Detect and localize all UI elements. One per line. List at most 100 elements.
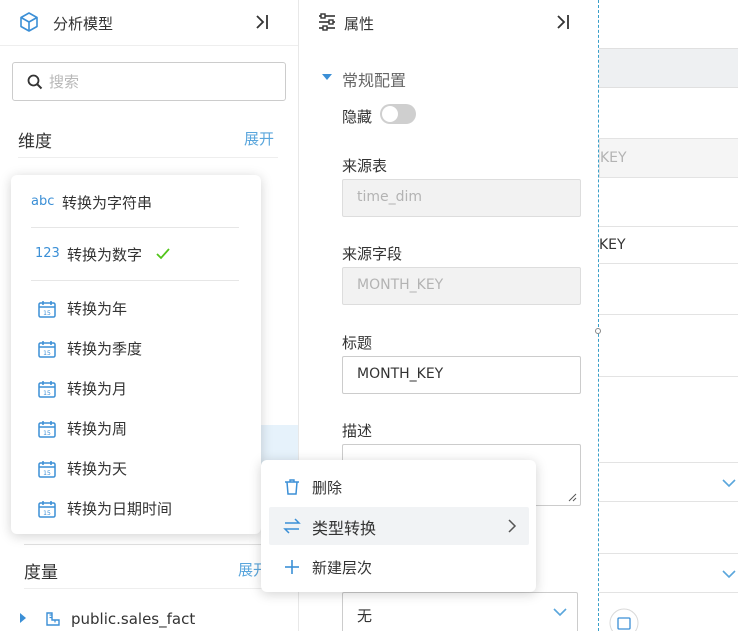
resize-grip-icon[interactable]	[568, 493, 577, 502]
splitter-guide[interactable]	[598, 0, 599, 631]
calendar-icon: 15	[38, 461, 56, 478]
menu-item-label: 转换为日期时间	[67, 500, 173, 518]
context-item-delete[interactable]: 删除	[269, 468, 529, 506]
chevron-down-icon	[553, 608, 567, 617]
menu-item-to-quarter[interactable]: 15 转换为季度	[37, 334, 247, 362]
svg-text:15: 15	[43, 310, 51, 317]
hidden-toggle[interactable]	[380, 104, 416, 124]
chevron-down-icon	[722, 479, 736, 488]
select-value: 无	[357, 607, 373, 625]
context-item-label: 删除	[312, 479, 343, 497]
menu-item-label: 转换为天	[67, 460, 128, 478]
swap-icon	[283, 518, 301, 534]
source-table-value: time_dim	[357, 189, 423, 205]
search-field[interactable]	[12, 62, 286, 101]
collapse-panel-icon[interactable]	[254, 13, 272, 31]
right-disabled-field: KEY	[599, 138, 738, 178]
analysis-model-header: 分析模型	[0, 0, 298, 46]
divider	[24, 588, 274, 589]
tree-item-label: public.sales_fact	[71, 610, 196, 628]
dimension-section-title: 维度	[18, 132, 52, 152]
hidden-label: 隐藏	[342, 108, 373, 126]
expand-arrow-icon[interactable]	[20, 613, 26, 623]
divider	[24, 544, 264, 545]
app-root: 分析模型 维度 展开 度量 展开	[0, 0, 738, 631]
calendar-icon: 15	[38, 301, 56, 318]
dimension-expand-link[interactable]: 展开	[244, 128, 274, 149]
right-field[interactable]: KEY	[599, 226, 738, 264]
chevron-down-icon	[722, 570, 736, 579]
right-select[interactable]	[599, 553, 738, 593]
context-item-type-convert[interactable]: 类型转换	[269, 507, 529, 545]
right-field-text: KEY	[599, 237, 626, 253]
properties-header: 属性	[299, 0, 599, 46]
menu-item-to-month[interactable]: 15 转换为月	[37, 374, 247, 402]
trash-icon	[285, 479, 299, 495]
right-panel: KEY KEY	[599, 0, 738, 631]
calendar-icon: 15	[38, 421, 56, 438]
menu-item-label: 转换为月	[67, 380, 128, 398]
menu-item-label: 转换为数字	[67, 246, 143, 264]
splitter-handle[interactable]	[595, 328, 601, 334]
sliders-icon	[319, 13, 335, 31]
type-select[interactable]: 无	[342, 592, 578, 631]
group-collapse-icon[interactable]	[322, 74, 332, 80]
menu-item-to-week[interactable]: 15 转换为周	[37, 414, 247, 442]
menu-item-label: 转换为季度	[67, 340, 143, 358]
caption-input[interactable]: MONTH_KEY	[342, 356, 581, 394]
svg-text:15: 15	[43, 510, 51, 517]
menu-item-to-year[interactable]: 15 转换为年	[37, 294, 247, 322]
source-field-field: MONTH_KEY	[342, 267, 581, 305]
calendar-icon: 15	[38, 341, 56, 358]
measure-section-title: 度量	[24, 563, 58, 583]
collapse-panel-icon[interactable]	[555, 13, 573, 31]
panel-title: 分析模型	[53, 15, 114, 33]
calendar-badge-icon[interactable]	[609, 608, 639, 631]
menu-item-to-datetime[interactable]: 15 转换为日期时间	[37, 494, 247, 522]
context-item-label: 新建层次	[312, 559, 373, 577]
context-menu: 删除 类型转换 新建层次	[261, 460, 536, 592]
menu-item-to-day[interactable]: 15 转换为天	[37, 454, 247, 482]
menu-divider	[31, 280, 239, 281]
right-panel-header	[599, 48, 738, 88]
search-icon	[27, 74, 43, 90]
chevron-right-icon	[508, 519, 517, 533]
source-field-value: MONTH_KEY	[357, 277, 444, 293]
check-icon	[156, 248, 170, 260]
ruler-icon	[46, 612, 60, 626]
divider	[18, 157, 278, 158]
general-config-title[interactable]: 常规配置	[342, 67, 406, 91]
source-table-label: 来源表	[342, 157, 388, 175]
menu-divider	[31, 227, 239, 228]
source-field-label: 来源字段	[342, 245, 403, 263]
abc-icon: abc	[31, 194, 55, 209]
divider	[599, 376, 738, 377]
svg-text:15: 15	[43, 390, 51, 397]
cube-icon	[20, 12, 38, 32]
right-field-text: KEY	[600, 150, 627, 166]
convert-submenu: abc 转换为字符串 123 转换为数字 15 转换为年 15 转换为季度 15…	[11, 175, 261, 534]
divider	[599, 314, 738, 315]
plus-icon	[285, 560, 299, 574]
caption-label: 标题	[342, 334, 373, 352]
number-icon: 123	[35, 246, 60, 261]
caption-value: MONTH_KEY	[357, 366, 444, 382]
properties-title: 属性	[344, 15, 375, 33]
menu-item-label: 转换为周	[67, 420, 128, 438]
calendar-icon: 15	[38, 381, 56, 398]
context-item-label: 类型转换	[312, 519, 377, 538]
menu-item-label: 转换为字符串	[62, 194, 153, 212]
description-label: 描述	[342, 422, 373, 440]
svg-text:15: 15	[43, 430, 51, 437]
context-item-new-hierarchy[interactable]: 新建层次	[269, 548, 529, 586]
toggle-knob	[382, 106, 398, 122]
calendar-icon: 15	[38, 501, 56, 518]
svg-text:15: 15	[43, 470, 51, 477]
menu-item-to-string[interactable]: abc 转换为字符串	[31, 188, 241, 216]
source-table-field: time_dim	[342, 179, 581, 217]
right-select[interactable]	[599, 462, 738, 502]
svg-text:15: 15	[43, 350, 51, 357]
search-input[interactable]	[49, 71, 269, 93]
menu-item-to-number[interactable]: 123 转换为数字	[35, 240, 245, 268]
menu-item-label: 转换为年	[67, 300, 128, 318]
